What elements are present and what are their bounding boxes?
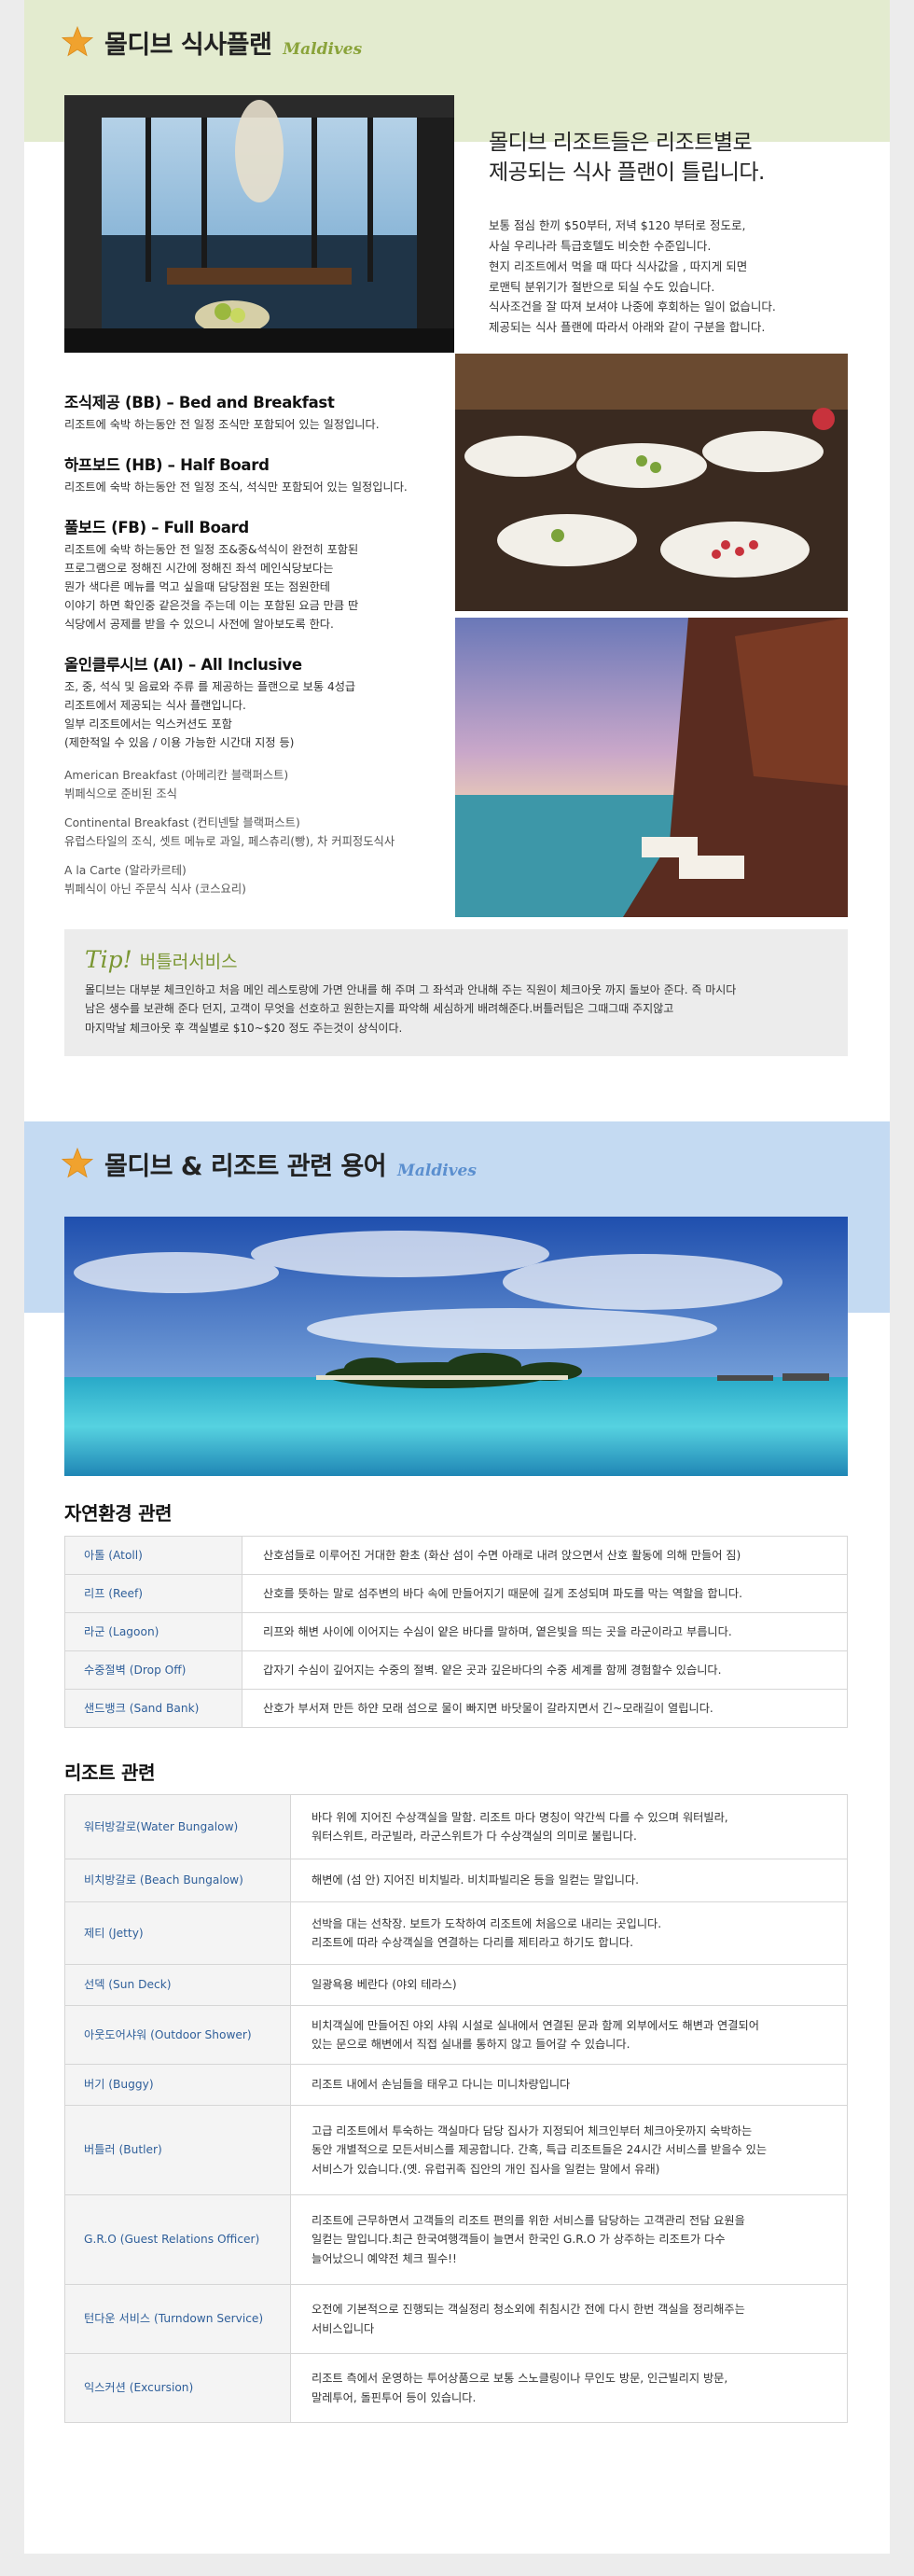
butler-tip-box: Tip! 버틀러서비스 몰디브는 대부분 체크인하고 처음 메인 레스토랑에 가… [64,929,848,1056]
term-desc: 고급 리조트에서 투숙하는 객실마다 담당 집사가 지정되어 체크인부터 체크아… [290,2105,848,2195]
table-row: 아톨 (Atoll) 산호섬들로 이루어진 거대한 환초 (화산 섬이 수면 아래… [64,1536,848,1575]
table-row: 버기 (Buggy) 리조트 내에서 손님들을 태우고 다니는 미니차량입니다 [64,2064,848,2106]
tip-text: 몰디브는 대부분 체크인하고 처음 메인 레스토랑에 가면 안내를 해 주며 그… [85,983,737,1035]
tip-label: Tip! [85,946,132,973]
term-desc: 일광욕용 베란다 (야외 테라스) [290,1964,848,2006]
table-row: 리프 (Reef) 산호를 뜻하는 말로 섬주변의 바다 속에 만들어지기 때문에… [64,1574,848,1613]
term-name: 라군 (Lagoon) [64,1612,242,1651]
term-name: 아웃도어샤워 (Outdoor Shower) [64,2005,291,2065]
plan-title: 풀보드 (FB) – Full Board [64,519,249,536]
term-name: 수중절벽 (Drop Off) [64,1650,242,1690]
section1-header: 몰디브 식사플랜 Maldives [62,26,362,58]
deck-photo [455,618,848,917]
section2-header: 몰디브 & 리조트 관련 용어 Maldives [62,1148,477,1179]
term-name: G.R.O (Guest Relations Officer) [64,2194,291,2285]
restaurant-photo [64,95,454,353]
table-row: 샌드뱅크 (Sand Bank) 산호가 부서져 만든 하얀 모래 섬으로 물이 … [64,1689,848,1728]
breakfast-alacarte: A la Carte (알라카르테) 뷔페식이 아닌 주문식 식사 (코스요리) [64,862,456,899]
term-name: 버틀러 (Butler) [64,2105,291,2195]
term-name: 버기 (Buggy) [64,2064,291,2106]
nature-section-title: 자연환경 관련 [64,1502,173,1525]
page: 몰디브 식사플랜 Maldives 몰디브 리조트들은 리조트별로 제공되는 식… [0,0,914,2576]
island-photo [64,1217,848,1476]
term-name: 익스커션 (Excursion) [64,2353,291,2423]
breakfast-american: American Breakfast (아메리칸 블랙퍼스트) 뷔페식으로 준비… [64,767,456,804]
term-desc: 리조트에 근무하면서 고객들의 리조트 편의를 위한 서비스를 담당하는 고객관… [290,2194,848,2285]
term-desc: 비치객실에 만들어진 야외 샤워 시설로 실내에서 연결된 문과 함께 외부에서… [290,2005,848,2065]
table-row: 아웃도어샤워 (Outdoor Shower) 비치객실에 만들어진 야외 샤워 … [64,2005,848,2065]
term-desc: 리조트 측에서 운영하는 투어상품으로 보통 스노클링이나 무인도 방문, 인근… [290,2353,848,2423]
plan-title: 올인클루시브 (AI) – All Inclusive [64,656,302,674]
breakfast-name: American Breakfast (아메리칸 블랙퍼스트) [64,769,289,782]
breakfast-desc: 뷔페식이 아닌 주문식 식사 (코스요리) [64,882,246,896]
intro-headline: 몰디브 리조트들은 리조트별로 제공되는 식사 플랜이 틀립니다. [489,129,843,188]
term-name: 아톨 (Atoll) [64,1536,242,1575]
table-row: 비치방갈로 (Beach Bungalow) 해변에 (섬 안) 지어진 비치빌라… [64,1859,848,1902]
section2-subtitle: Maldives [397,1162,477,1180]
plan-hb: 하프보드 (HB) – Half Board 리조트에 숙박 하는동안 전 일정… [64,453,447,496]
buffet-photo [455,354,848,611]
section1-title: 몰디브 식사플랜 [104,31,272,60]
star-icon [62,1148,93,1178]
term-desc: 해변에 (섬 안) 지어진 비치빌라. 비치파빌리온 등을 일컫는 말입니다. [290,1859,848,1902]
breakfast-name: A la Carte (알라카르테) [64,864,187,877]
term-desc: 산호를 뜻하는 말로 섬주변의 바다 속에 만들어지기 때문에 길게 조성되며 … [242,1574,848,1613]
resort-terms-table: 워터방갈로(Water Bungalow) 바다 위에 지어진 수상객실을 말함.… [64,1794,848,2423]
breakfast-desc: 뷔페식으로 준비된 조식 [64,787,177,801]
term-name: 선덱 (Sun Deck) [64,1964,291,2006]
section2-title: 몰디브 & 리조트 관련 용어 [104,1152,387,1181]
term-desc: 리프와 해변 사이에 이어지는 수심이 얕은 바다를 말하며, 옅은빛을 띄는 … [242,1612,848,1651]
section1-subtitle: Maldives [283,40,363,59]
meal-plans: 조식제공 (BB) – Bed and Breakfast 리조트에 숙박 하는… [64,390,447,771]
plan-title: 조식제공 (BB) – Bed and Breakfast [64,394,335,411]
plan-title: 하프보드 (HB) – Half Board [64,456,270,474]
term-desc: 바다 위에 지어진 수상객실을 말함. 리조트 마다 명칭이 약간씩 다를 수 … [290,1794,848,1859]
table-row: 라군 (Lagoon) 리프와 해변 사이에 이어지는 수심이 얕은 바다를 말하… [64,1612,848,1651]
term-name: 비치방갈로 (Beach Bungalow) [64,1859,291,1902]
term-name: 턴다운 서비스 (Turndown Service) [64,2284,291,2354]
plan-desc: 리조트에 숙박 하는동안 전 일정 조식만 포함되어 있는 일정입니다. [64,418,380,431]
tip-title: 버틀러서비스 [139,952,238,972]
table-row: 수중절벽 (Drop Off) 갑자기 수심이 깊어지는 수중의 절벽. 얕은 곳… [64,1650,848,1690]
term-desc: 선박을 대는 선착장. 보트가 도착하여 리조트에 처음으로 내리는 곳입니다.… [290,1901,848,1965]
breakfast-name: Continental Breakfast (컨티넨탈 블랙퍼스트) [64,816,300,829]
term-desc: 리조트 내에서 손님들을 태우고 다니는 미니차량입니다 [290,2064,848,2106]
breakfast-continental: Continental Breakfast (컨티넨탈 블랙퍼스트) 유럽스타일… [64,815,456,852]
term-desc: 산호섬들로 이루어진 거대한 환초 (화산 섬이 수면 아래로 내려 앉으면서 … [242,1536,848,1575]
intro-headline-text: 몰디브 리조트들은 리조트별로 제공되는 식사 플랜이 틀립니다. [489,131,765,185]
plan-desc: 리조트에 숙박 하는동안 전 일정 조&중&석식이 완전히 포함된 프로그램으로… [64,543,359,631]
table-row: 워터방갈로(Water Bungalow) 바다 위에 지어진 수상객실을 말함.… [64,1794,848,1859]
plan-desc: 리조트에 숙박 하는동안 전 일정 조식, 석식만 포함되어 있는 일정입니다. [64,480,408,494]
term-name: 샌드뱅크 (Sand Bank) [64,1689,242,1728]
table-row: 익스커션 (Excursion) 리조트 측에서 운영하는 투어상품으로 보통 스… [64,2353,848,2423]
plan-ai: 올인클루시브 (AI) – All Inclusive 조, 중, 석식 및 음… [64,652,447,752]
term-desc: 갑자기 수심이 깊어지는 수중의 절벽. 얕은 곳과 깊은바다의 수중 세계를 … [242,1650,848,1690]
table-row: G.R.O (Guest Relations Officer) 리조트에 근무하면… [64,2194,848,2285]
breakfast-desc: 유럽스타일의 조식, 셋트 메뉴로 과일, 페스츄리(빵), 차 커피정도식사 [64,834,395,848]
table-row: 선덱 (Sun Deck) 일광욕용 베란다 (야외 테라스) [64,1964,848,2006]
plan-fb: 풀보드 (FB) – Full Board 리조트에 숙박 하는동안 전 일정 … [64,515,447,634]
term-name: 제티 (Jetty) [64,1901,291,1965]
resort-section-title: 리조트 관련 [64,1761,156,1784]
table-row: 제티 (Jetty) 선박을 대는 선착장. 보트가 도착하여 리조트에 처음으로… [64,1901,848,1965]
star-icon [62,26,93,57]
plan-desc: 조, 중, 석식 및 음료와 주류 를 제공하는 플랜으로 보통 4성급 리조트… [64,680,356,749]
nature-terms-table: 아톨 (Atoll) 산호섬들로 이루어진 거대한 환초 (화산 섬이 수면 아래… [64,1536,848,1728]
intro-text: 보통 점심 한끼 $50부터, 저녁 $120 부터로 정도로, 사실 우리나라… [489,218,776,335]
intro-block: 몰디브 리조트들은 리조트별로 제공되는 식사 플랜이 틀립니다. 보통 점심 … [489,129,843,338]
plan-bb: 조식제공 (BB) – Bed and Breakfast 리조트에 숙박 하는… [64,390,447,434]
term-name: 워터방갈로(Water Bungalow) [64,1794,291,1859]
term-name: 리프 (Reef) [64,1574,242,1613]
term-desc: 산호가 부서져 만든 하얀 모래 섬으로 물이 빠지면 바닷물이 갈라지면서 긴… [242,1689,848,1728]
table-row: 턴다운 서비스 (Turndown Service) 오전에 기본적으로 진행되는… [64,2284,848,2354]
term-desc: 오전에 기본적으로 진행되는 객실정리 청소외에 취침시간 전에 다시 한번 객… [290,2284,848,2354]
tip-heading: Tip! 버틀러서비스 [85,946,827,973]
table-row: 버틀러 (Butler) 고급 리조트에서 투숙하는 객실마다 담당 집사가 지정… [64,2105,848,2195]
